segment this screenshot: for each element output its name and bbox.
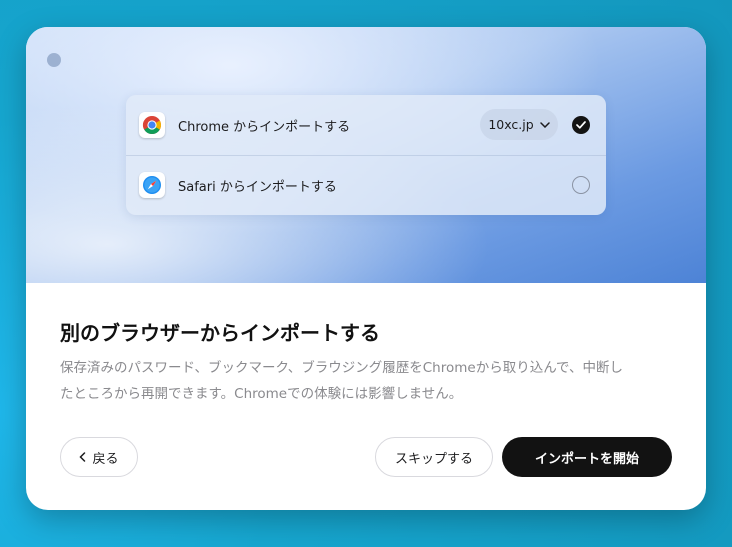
import-row-label: Safari からインポートする	[178, 179, 337, 195]
dialog-description: 保存済みのパスワード、ブックマーク、ブラウジング履歴をChromeから取り込んで…	[60, 355, 680, 407]
back-button[interactable]: 戻る	[60, 437, 138, 477]
start-import-button[interactable]: インポートを開始	[502, 437, 672, 477]
window-control-dot[interactable]	[47, 53, 61, 67]
description-line-1: 保存済みのパスワード、ブックマーク、ブラウジング履歴をChromeから取り込んで…	[60, 360, 623, 376]
import-row-safari[interactable]: Safari からインポートする	[126, 155, 606, 215]
skip-button[interactable]: スキップする	[375, 437, 493, 477]
hero-panel: Chrome からインポートする 10xc.jp Safari からインポートす…	[26, 27, 706, 283]
import-source-card: Chrome からインポートする 10xc.jp Safari からインポートす…	[126, 95, 606, 215]
import-row-label: Chrome からインポートする	[178, 119, 351, 135]
import-dialog: Chrome からインポートする 10xc.jp Safari からインポートす…	[26, 27, 706, 510]
profile-select[interactable]: 10xc.jp	[480, 109, 558, 140]
chevron-down-icon	[539, 121, 550, 128]
chrome-icon	[139, 112, 165, 138]
description-line-2: たところから再開できます。Chromeでの体験には影響しません。	[60, 386, 463, 402]
checkmark-icon	[576, 121, 586, 129]
profile-select-value: 10xc.jp	[488, 117, 534, 132]
chrome-checkbox-checked[interactable]	[572, 116, 590, 134]
dialog-title: 別のブラウザーからインポートする	[60, 321, 380, 345]
safari-checkbox-unchecked[interactable]	[572, 176, 590, 194]
import-row-chrome[interactable]: Chrome からインポートする 10xc.jp	[126, 95, 606, 156]
safari-icon	[139, 172, 165, 198]
back-button-label: 戻る	[92, 451, 119, 467]
chevron-left-icon	[79, 452, 86, 462]
